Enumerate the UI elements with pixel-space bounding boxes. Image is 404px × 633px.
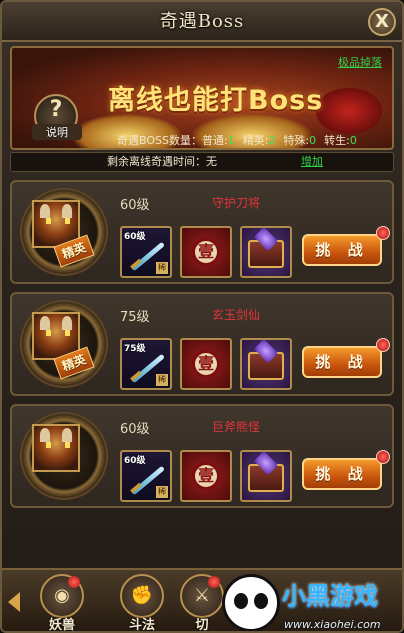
weapon-level: 60级: [124, 232, 146, 242]
reward-seal-slot[interactable]: 壹: [180, 450, 232, 502]
nav-item-label: 斗法: [128, 618, 155, 633]
boss-row: 精英 75级 玄玉剑仙 75级稀 壹 挑 战: [10, 292, 394, 396]
bottom-nav-bar: ◉ 妖兽 ✊ 斗法 ⚔ 切 小黑游戏 www.xiaohei.com: [2, 568, 402, 633]
boss-level: 75级: [120, 310, 150, 325]
title-bar: 奇遇Boss X: [2, 2, 402, 42]
count-rebirth-label: 转生:: [324, 134, 350, 147]
count-elite-value: 2: [268, 134, 276, 147]
challenge-button[interactable]: 挑 战: [302, 234, 382, 266]
reward-chest-slot[interactable]: [240, 338, 292, 390]
help-button[interactable]: ? 说明: [32, 94, 82, 140]
weapon-level: 75级: [124, 344, 146, 354]
rare-drop-link[interactable]: 极品掉落: [338, 54, 382, 70]
rare-tag: 稀: [156, 374, 168, 386]
lucky-bag-image: [316, 88, 382, 134]
boss-level: 60级: [120, 198, 150, 213]
remaining-time-label: 剩余离线奇遇时间：无: [107, 155, 217, 168]
reward-chest-slot[interactable]: [240, 226, 292, 278]
close-button[interactable]: X: [368, 8, 396, 36]
boss-counts: 奇遇BOSS数量：普通:1 精英:2 特殊:0 转生:0: [117, 132, 365, 148]
reward-seal-slot[interactable]: 壹: [180, 338, 232, 390]
close-icon: X: [375, 11, 389, 32]
watermark-logo: 小黑游戏 www.xiaohei.com: [212, 570, 402, 631]
notification-dot-icon: [376, 338, 390, 352]
notification-dot-icon: [376, 226, 390, 240]
boss-row: 精英 60级 守护刀将 60级稀 壹 挑 战: [10, 180, 394, 284]
notification-dot-icon: [68, 576, 80, 588]
seal-icon: 壹: [192, 238, 220, 266]
boss-level: 60级: [120, 422, 150, 437]
rare-tag: 稀: [156, 262, 168, 274]
offline-boss-banner: 极品掉落 离线也能打Boss ? 说明 奇遇BOSS数量：普通:1 精英:2 特殊:…: [10, 46, 394, 150]
panda-logo-icon: [222, 574, 280, 631]
challenge-button[interactable]: 挑 战: [302, 458, 382, 490]
question-icon: ?: [49, 97, 63, 122]
boss-name: 巨斧熊怪: [212, 420, 261, 434]
reward-weapon-slot[interactable]: 75级稀: [120, 338, 172, 390]
reward-weapon-slot[interactable]: 60级稀: [120, 226, 172, 278]
watermark-url: www.xiaohei.com: [284, 618, 381, 631]
nav-item-label: 妖兽: [48, 618, 75, 633]
notification-dot-icon: [376, 450, 390, 464]
window-title: 奇遇Boss: [159, 11, 245, 32]
nav-item-yaoshou[interactable]: ◉ 妖兽: [32, 574, 92, 633]
seal-icon: 壹: [192, 462, 220, 490]
nav-item-doufa[interactable]: ✊ 斗法: [112, 574, 172, 633]
reward-chest-slot[interactable]: [240, 450, 292, 502]
remaining-time-bar: 剩余离线奇遇时间：无 增加: [10, 152, 394, 172]
seal-icon: 壹: [192, 350, 220, 378]
help-label: 说明: [32, 124, 82, 140]
boss-name: 玄玉剑仙: [212, 308, 261, 322]
reward-seal-slot[interactable]: 壹: [180, 226, 232, 278]
reward-weapon-slot[interactable]: 60级稀: [120, 450, 172, 502]
boss-name: 守护刀将: [212, 196, 261, 210]
challenge-button[interactable]: 挑 战: [302, 346, 382, 378]
weapon-level: 60级: [124, 456, 146, 466]
rare-tag: 稀: [156, 486, 168, 498]
count-special-label: 特殊:: [283, 134, 310, 147]
count-normal-value: 1: [227, 134, 235, 147]
count-normal-label: 普通:: [201, 134, 228, 147]
add-time-link[interactable]: 增加: [301, 153, 323, 171]
qiyu-boss-window: 奇遇Boss X 极品掉落 离线也能打Boss ? 说明 奇遇BOSS数量：普通…: [0, 0, 404, 633]
boss-row: 60级 巨斧熊怪 60级稀 壹 挑 战: [10, 404, 394, 508]
scroll-left-icon[interactable]: [8, 592, 20, 612]
fist-icon: ✊: [120, 574, 164, 618]
counts-title: 奇遇BOSS数量：: [117, 134, 202, 147]
count-special-value: 0: [309, 134, 317, 147]
boss-portrait: [32, 424, 80, 472]
watermark-brand: 小黑游戏: [282, 582, 378, 610]
count-elite-label: 精英:: [242, 134, 269, 147]
banner-headline: 离线也能打Boss: [108, 85, 324, 116]
count-rebirth-value: 0: [349, 134, 357, 147]
